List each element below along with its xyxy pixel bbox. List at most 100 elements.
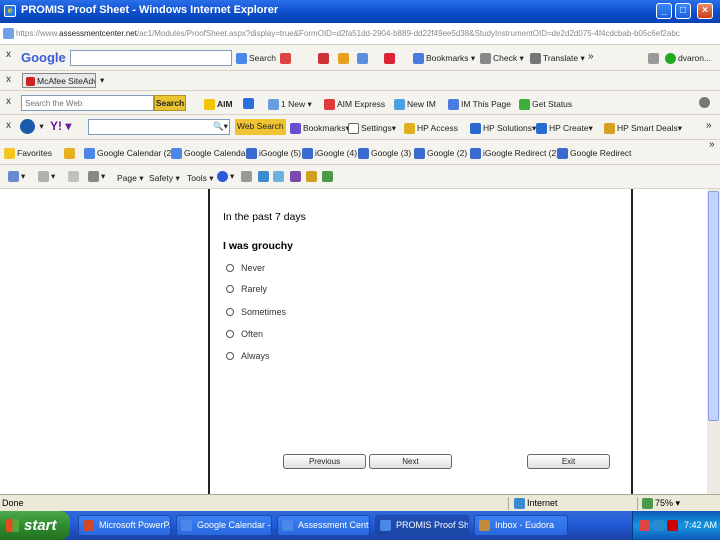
exit-button[interactable]: Exit [527,454,610,469]
radio-button[interactable] [226,330,234,338]
print-icon[interactable]: ▾ [88,171,105,183]
favorite-google-3[interactable]: Google (3) [358,148,411,160]
radio-button[interactable] [226,352,234,360]
eudora-icon [479,520,490,531]
task-eudora-inbox[interactable]: Inbox - Eudora [474,515,568,536]
close-toolbar-icon[interactable]: x [6,120,11,131]
task-google-calendar[interactable]: Google Calendar - ... [176,515,272,536]
yahoo-logo-icon[interactable]: Y! ▾ [50,119,71,133]
hp-smart-deals-button[interactable]: HP Smart Deals▾ [604,123,682,135]
new-mail-button[interactable]: 1 New ▾ [268,99,312,111]
radio-button[interactable] [226,285,234,293]
start-button[interactable]: start [0,511,70,540]
status-icon [519,99,530,111]
settings-button[interactable]: Settings▾ [348,123,396,135]
scrollbar-thumb[interactable] [708,191,719,421]
spell-check-button[interactable]: Check ▾ [480,53,524,65]
add-favorite-icon[interactable] [64,148,77,160]
task-powerpoint[interactable]: Microsoft PowerP... [78,515,171,536]
yahoo-bookmarks-button[interactable]: Bookmarks▾ [290,123,350,135]
minimize-button[interactable]: _ [656,3,672,19]
favorites-button[interactable]: Favorites [4,148,52,160]
aim-express-button[interactable]: AIM Express [324,99,385,111]
toolbar-extra-icon-2[interactable] [322,171,335,183]
favorite-igoogle-5[interactable]: iGoogle (5) [246,148,301,160]
aim-button[interactable]: AIM [204,99,233,111]
toolbar-button-1[interactable] [318,53,331,65]
radio-button[interactable] [226,264,234,272]
address-url[interactable]: https://www.assessmentcenter.net/ac1/Mod… [16,29,680,38]
mail-icon [268,99,279,111]
safety-menu[interactable]: Safety ▾ [149,173,180,184]
toolbar-button-3[interactable] [357,53,370,65]
close-toolbar-icon[interactable]: x [6,74,11,85]
zoom-level[interactable]: 75% ▾ [642,498,680,510]
hp-logo-icon[interactable]: ▾ [20,119,44,134]
option-sometimes[interactable]: Sometimes [226,307,286,317]
messenger-icon[interactable] [258,171,271,183]
research-icon[interactable] [241,171,254,183]
close-button[interactable]: × [697,3,713,19]
task-promis-proof-sheet[interactable]: PROMIS Proof Sh... [375,515,469,536]
previous-button[interactable]: Previous [283,454,366,469]
get-status-button[interactable]: Get Status [519,99,572,111]
blog-icon[interactable] [273,171,286,183]
gear-icon[interactable] [699,97,712,109]
tray-icon-1[interactable] [639,520,650,531]
google-search-button[interactable]: Search [236,53,276,65]
toolbar-extra-icon[interactable] [306,171,319,183]
new-im-button[interactable]: New IM [394,99,436,111]
onenote-icon[interactable] [290,171,303,183]
option-never[interactable]: Never [226,263,265,273]
translate-button[interactable]: Translate ▾ [530,53,585,65]
toolbar-button-2[interactable] [338,53,351,65]
vertical-scrollbar[interactable] [707,189,720,494]
favorite-google-calendar-2[interactable]: Google Calendar (2) [84,148,174,160]
maximize-button[interactable]: □ [675,3,691,19]
web-search-button[interactable]: Web Search [235,119,286,135]
chevron-more-icon[interactable]: » [588,51,594,62]
page-menu[interactable]: Page ▾ [117,173,144,184]
wrench-icon[interactable] [648,53,661,65]
hp-access-button[interactable]: HP Access [404,123,458,135]
tray-icon-3[interactable] [667,520,678,531]
read-mail-icon[interactable] [68,171,81,183]
account-button[interactable]: dvaron... [665,53,711,65]
radio-button[interactable] [226,308,234,316]
option-often[interactable]: Often [226,329,263,339]
home-icon[interactable]: ▾ [8,171,25,183]
search-icon[interactable]: 🔍▾ [213,121,228,132]
tray-icon-2[interactable] [653,520,664,531]
chevron-more-icon[interactable]: » [706,120,712,131]
google-bookmarks-button[interactable]: Bookmarks ▾ [413,53,475,65]
search-button[interactable]: Search [154,95,186,111]
favorite-google-calendar[interactable]: Google Calendar [171,148,248,160]
favorite-igoogle-4[interactable]: iGoogle (4) [302,148,357,160]
toolbar-button-4[interactable] [384,53,397,65]
chevron-down-icon[interactable]: ▾ [100,75,104,86]
favorite-google-redirect[interactable]: Google Redirect [557,148,631,160]
chevron-more-icon[interactable]: » [709,140,715,150]
favorite-igoogle-redirect-2[interactable]: iGoogle Redirect (2) [470,148,559,160]
next-button[interactable]: Next [369,454,452,469]
option-always[interactable]: Always [226,351,270,361]
tools-menu[interactable]: Tools ▾ [187,173,213,184]
close-toolbar-icon[interactable]: x [6,49,11,60]
mcafee-siteadvisor-button[interactable]: McAfee SiteAdvisor [22,73,96,88]
gmail-icon[interactable] [280,53,293,65]
plus-icon[interactable] [243,98,256,110]
yahoo-search-input[interactable] [88,119,230,135]
address-bar[interactable]: https://www.assessmentcenter.net/ac1/Mod… [0,23,720,45]
zoom-icon [642,498,653,510]
favorite-google-2[interactable]: Google (2) [414,148,467,160]
help-icon[interactable]: ▾ [217,171,234,183]
rss-feed-icon[interactable]: ▾ [38,171,55,183]
hp-solutions-button[interactable]: HP Solutions▾ [470,123,536,135]
task-assessment-center[interactable]: Assessment Cent... [277,515,370,536]
close-toolbar-icon[interactable]: x [6,96,11,107]
hp-create-button[interactable]: HP Create▾ [536,123,593,135]
google-search-input[interactable] [70,50,232,66]
im-this-page-button[interactable]: IM This Page [448,99,511,111]
web-search-input[interactable] [21,95,154,111]
option-rarely[interactable]: Rarely [226,284,267,294]
